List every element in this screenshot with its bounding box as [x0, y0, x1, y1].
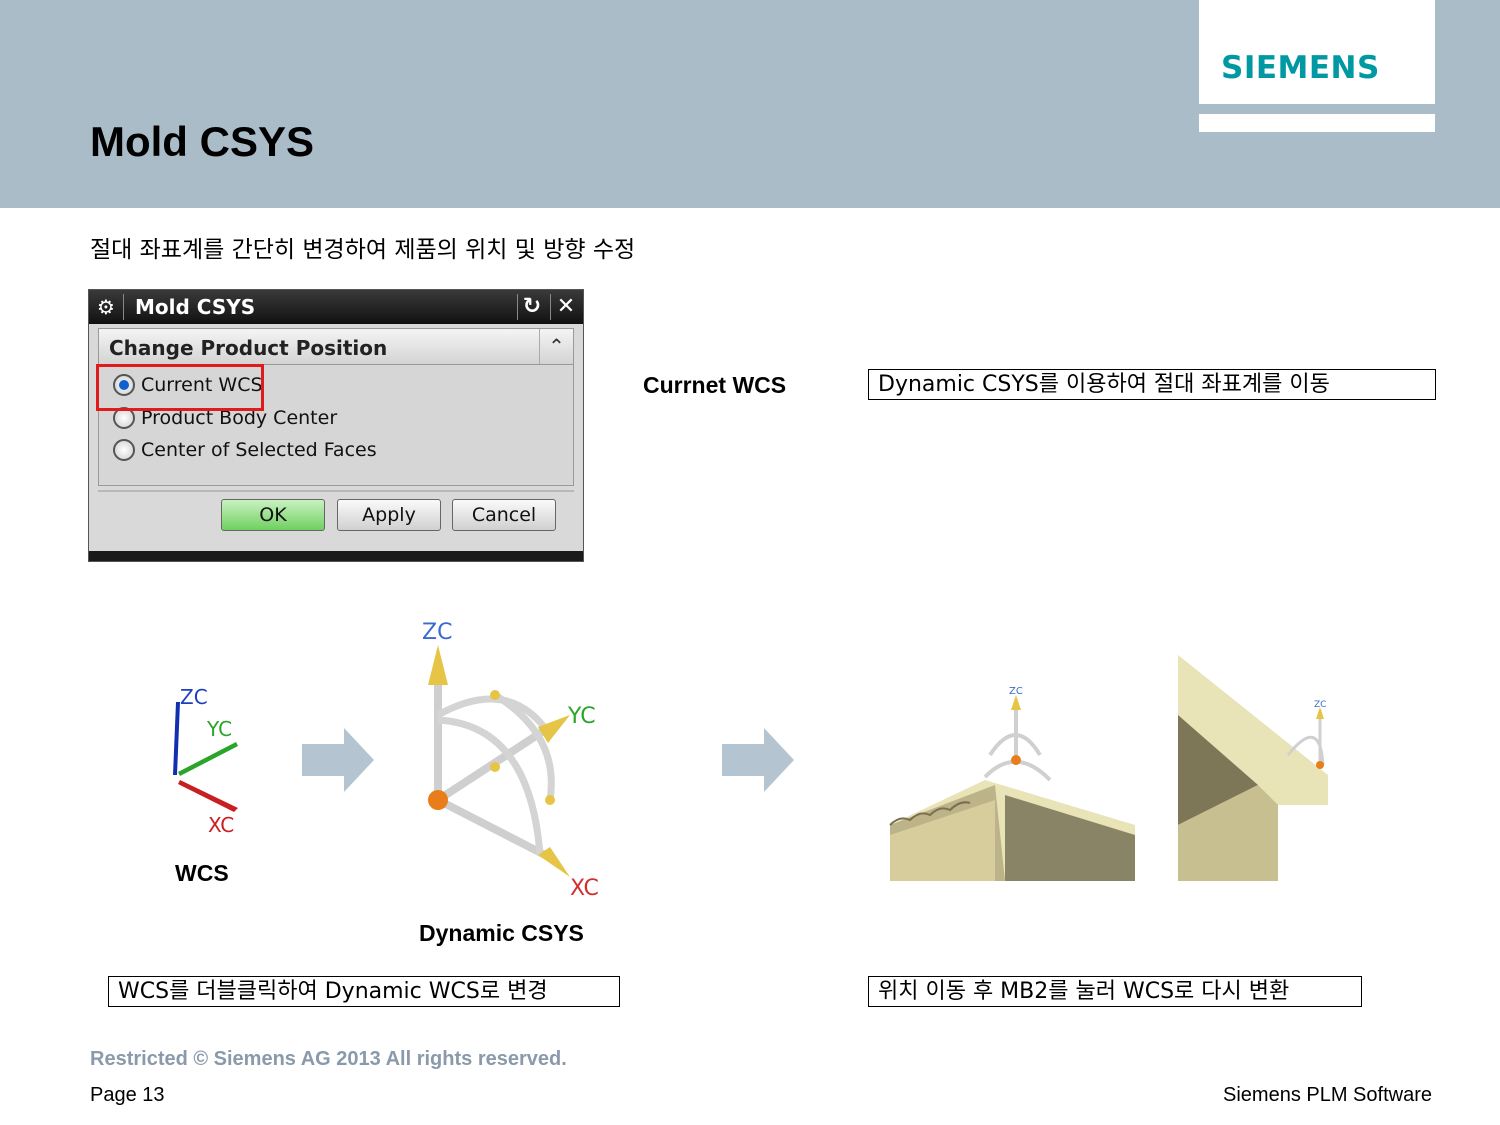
yc-axis-icon [178, 742, 238, 776]
slide-subtitle: 절대 좌표계를 간단히 변경하여 제품의 위치 및 방향 수정 [90, 237, 636, 263]
dynamic-csys-note: Dynamic CSYS를 이용하여 절대 좌표계를 이동 [868, 369, 1436, 400]
dynamic-csys-label: Dynamic CSYS [419, 920, 584, 946]
cancel-button[interactable]: Cancel [452, 499, 556, 531]
chevron-up-icon[interactable]: ⌃ [539, 329, 573, 364]
yc-label: YC [567, 704, 596, 729]
radio-label: Center of Selected Faces [141, 439, 377, 461]
arrow-right-icon [722, 728, 794, 792]
radio-center-of-selected-faces[interactable]: Center of Selected Faces [113, 436, 377, 464]
wcs-triad-icon: ZC YC XC [173, 685, 238, 837]
ok-button[interactable]: OK [221, 499, 325, 531]
group-header[interactable]: Change Product Position ⌃ [99, 329, 573, 365]
footer-brand: Siemens PLM Software [1223, 1084, 1432, 1106]
dialog-titlebar: ⚙ Mold CSYS ↻ ✕ [89, 290, 583, 324]
titlebar-separator [550, 294, 551, 320]
footer-copyright: Restricted © Siemens AG 2013 All rights … [90, 1048, 567, 1070]
xc-axis-icon [178, 780, 238, 812]
close-icon[interactable]: ✕ [553, 294, 579, 320]
dialog-divider [98, 490, 574, 492]
xc-label: XC [208, 813, 234, 837]
mold-model-image: ZC [889, 686, 1135, 881]
group-label: Change Product Position [109, 336, 388, 360]
yc-label: YC [206, 717, 232, 741]
dialog-title: Mold CSYS [135, 295, 256, 319]
arrow-right-icon [302, 728, 374, 792]
current-wcs-highlight [96, 364, 264, 411]
titlebar-separator [517, 294, 518, 320]
dynamic-csys-icon: ZC YC XC [422, 620, 599, 901]
siemens-logo: SIEMENS [1221, 50, 1380, 86]
dialog-bottom-bar [89, 551, 583, 561]
reset-icon[interactable]: ↻ [519, 294, 545, 320]
zc-handle-icon[interactable] [428, 645, 448, 685]
zc-axis-icon [173, 702, 180, 775]
mold-csys-dialog: ⚙ Mold CSYS ↻ ✕ Change Product Position … [88, 289, 584, 562]
logo-bar [1199, 114, 1435, 132]
gear-icon[interactable]: ⚙ [95, 296, 117, 318]
slide-title: Mold CSYS [90, 118, 315, 165]
zc-label: ZC [1009, 686, 1023, 697]
apply-button[interactable]: Apply [337, 499, 441, 531]
footer-page-number: Page 13 [90, 1084, 165, 1106]
mold-model-image: ZC [1178, 655, 1328, 881]
mb2-note: 위치 이동 후 MB2를 눌러 WCS로 다시 변환 [868, 976, 1362, 1007]
zc-label: ZC [1314, 700, 1326, 710]
origin-handle-icon[interactable] [428, 790, 448, 810]
zc-label: ZC [180, 685, 208, 709]
doubleclick-note: WCS를 더블클릭하여 Dynamic WCS로 변경 [108, 976, 620, 1007]
radio-button[interactable] [113, 439, 135, 461]
xc-label: XC [570, 876, 599, 901]
zc-label: ZC [422, 620, 452, 645]
current-wcs-label: Currnet WCS [643, 372, 787, 398]
wcs-label: WCS [175, 860, 229, 886]
titlebar-separator [123, 294, 124, 320]
